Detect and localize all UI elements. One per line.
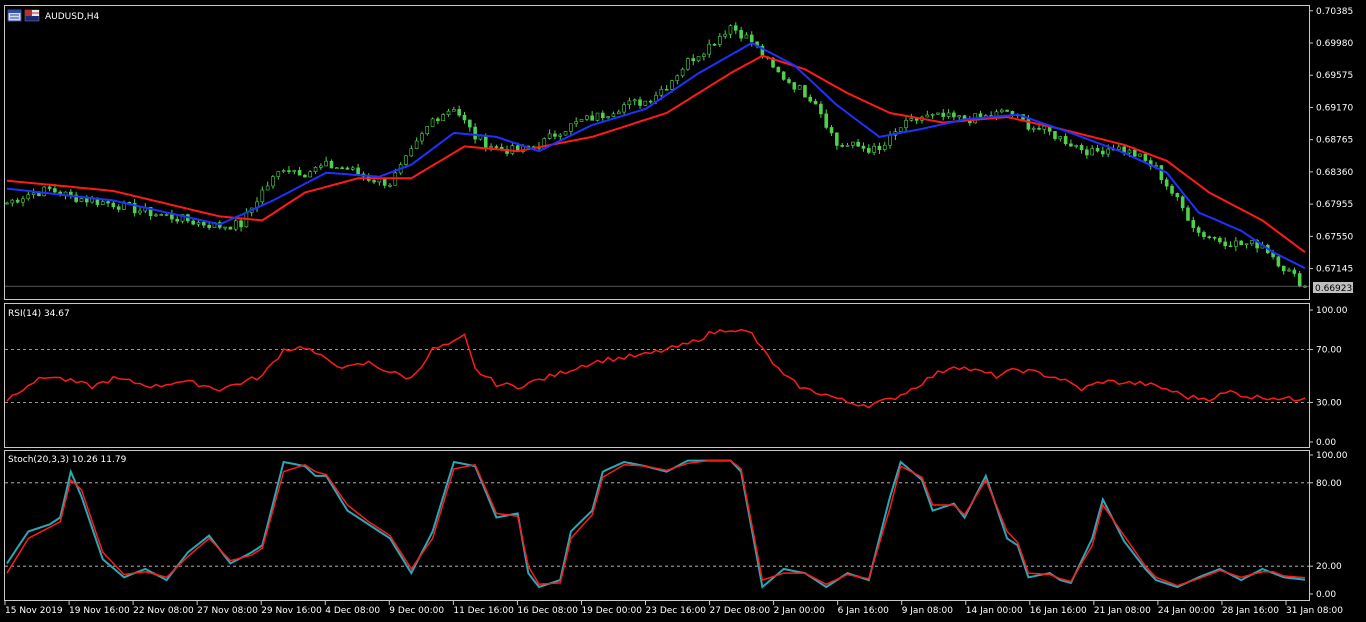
- candle: [643, 100, 648, 107]
- time-tick-label: 22 Nov 08:00: [133, 606, 194, 616]
- time-tick-label: 2 Jan 00:00: [774, 606, 826, 616]
- time-tick-label: 11 Dec 16:00: [453, 606, 514, 616]
- rsi-tick-label: 30.00: [1316, 398, 1342, 408]
- time-tick-label: 14 Jan 00:00: [966, 606, 1023, 616]
- candle: [1297, 270, 1302, 288]
- trading-chart[interactable]: 0.70385 0.69980 0.69575 0.69170 0.68765 0.683…: [0, 0, 1366, 622]
- time-tick-label: 9 Dec 00:00: [389, 606, 444, 616]
- price-tick-label: 0.67145: [1316, 265, 1353, 275]
- chart-window-icon[interactable]: [7, 9, 22, 22]
- time-tick-label: 6 Jan 16:00: [838, 606, 890, 616]
- price-tick-label: 0.69575: [1316, 71, 1353, 81]
- candle: [1005, 109, 1009, 112]
- time-tick-label: 4 Dec 08:00: [325, 606, 380, 616]
- rsi-panel-frame[interactable]: [4, 303, 1310, 448]
- price-tick-label: 0.70385: [1316, 7, 1353, 17]
- candle: [595, 112, 600, 122]
- time-tick-label: 19 Nov 16:00: [69, 606, 130, 616]
- candle: [233, 219, 238, 232]
- candle: [430, 117, 435, 127]
- time-tick-label: 21 Jan 08:00: [1094, 606, 1151, 616]
- price-tick-label: 0.69170: [1316, 103, 1353, 113]
- price-tick-label: 0.69980: [1316, 39, 1353, 49]
- stoch-tick-label: 80.00: [1316, 479, 1342, 489]
- price-tick-label: 0.68360: [1316, 168, 1353, 178]
- time-tick-label: 16 Dec 08:00: [517, 606, 578, 616]
- time-tick-label: 19 Dec 00:00: [581, 606, 642, 616]
- time-tick-label: 9 Jan 08:00: [902, 606, 954, 616]
- rsi-tick-label: 70.00: [1316, 346, 1342, 356]
- stoch-tick-label: 100.00: [1316, 451, 1348, 461]
- stoch-panel-frame[interactable]: [4, 450, 1310, 601]
- candle: [1138, 153, 1142, 157]
- candle: [776, 66, 781, 73]
- price-tick-label: 0.68765: [1316, 136, 1353, 146]
- stoch-label: Stoch(20,3,3) 10.26 11.79: [8, 455, 127, 465]
- time-tick-label: 16 Jan 16:00: [1030, 606, 1087, 616]
- candle: [1239, 240, 1243, 246]
- candle: [42, 185, 47, 197]
- price-axis: 0.70385 0.69980 0.69575 0.69170 0.68765 0.683…: [1309, 7, 1353, 600]
- current-price-value: 0.66923: [1315, 284, 1352, 294]
- candle: [228, 226, 233, 230]
- rsi-tick-label: 0.00: [1316, 438, 1336, 448]
- rsi-tick-label: 100.00: [1316, 306, 1348, 316]
- price-tick-label: 0.67550: [1316, 232, 1353, 242]
- candle: [686, 57, 690, 71]
- price-panel-frame[interactable]: [4, 5, 1310, 300]
- rsi-label: RSI(14) 34.67: [8, 309, 70, 319]
- candle: [898, 127, 903, 133]
- time-tick-label: 23 Dec 16:00: [646, 606, 707, 616]
- price-tick-label: 0.67955: [1316, 200, 1353, 210]
- time-tick-label: 31 Jan 08:00: [1286, 606, 1343, 616]
- current-price-tag: 0.66923: [1313, 282, 1353, 294]
- candle: [803, 84, 807, 98]
- time-tick-label: 29 Nov 16:00: [261, 606, 322, 616]
- time-tick-label: 15 Nov 2019: [5, 606, 63, 616]
- time-tick-label: 24 Jan 00:00: [1158, 606, 1215, 616]
- candle: [579, 119, 584, 122]
- flag-icon: [24, 9, 40, 22]
- time-tick-label: 27 Dec 08:00: [710, 606, 771, 616]
- candle: [936, 112, 940, 115]
- stoch-tick-label: 20.00: [1316, 562, 1342, 572]
- stoch-tick-label: 0.00: [1316, 590, 1336, 600]
- symbol-label: AUDUSD,H4: [45, 12, 100, 22]
- time-tick-label: 27 Nov 08:00: [197, 606, 258, 616]
- time-axis: 15 Nov 2019 19 Nov 16:00 22 Nov 08:00 27 No…: [4, 601, 1343, 616]
- time-tick-label: 28 Jan 16:00: [1222, 606, 1279, 616]
- candle: [1186, 205, 1190, 221]
- candle: [563, 130, 568, 136]
- candle: [781, 71, 786, 81]
- candle: [797, 84, 802, 90]
